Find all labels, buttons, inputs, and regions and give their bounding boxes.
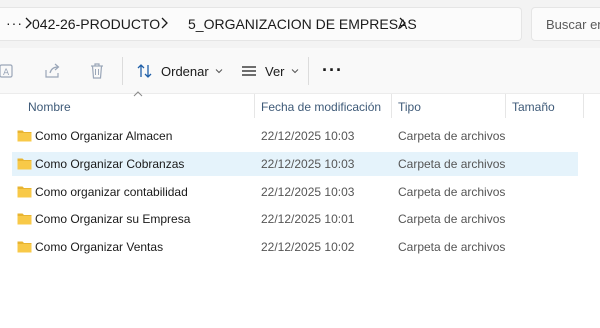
column-header-type[interactable]: Tipo	[398, 100, 421, 114]
folder-icon	[17, 241, 32, 253]
command-bar: A Ordenar Ver ···	[0, 48, 600, 94]
file-type: Carpeta de archivos	[398, 240, 506, 254]
column-header-date[interactable]: Fecha de modificación	[261, 100, 381, 114]
file-type: Carpeta de archivos	[398, 157, 506, 171]
column-separator[interactable]	[583, 94, 584, 118]
file-name: Como Organizar Almacen	[35, 129, 173, 143]
breadcrumb-item-organizacion[interactable]: 5_ORGANIZACION DE EMPRESAS	[188, 16, 417, 32]
rename-icon[interactable]: A	[0, 61, 18, 81]
folder-icon	[17, 158, 32, 170]
list-item[interactable]: Como Organizar Almacen 22/12/2025 10:03 …	[12, 124, 578, 148]
list-item[interactable]: Como Organizar su Empresa 22/12/2025 10:…	[12, 207, 578, 231]
column-separator[interactable]	[254, 94, 255, 118]
breadcrumb-overflow-button[interactable]: ···	[6, 15, 23, 31]
search-placeholder: Buscar en	[546, 17, 600, 32]
chevron-right-icon[interactable]	[158, 15, 172, 31]
toolbar-divider	[308, 57, 309, 85]
toolbar-divider	[122, 57, 123, 85]
file-type: Carpeta de archivos	[398, 129, 506, 143]
view-icon	[242, 66, 256, 76]
view-button-label: Ver	[265, 63, 285, 79]
delete-icon[interactable]	[87, 61, 107, 81]
share-icon[interactable]	[43, 61, 63, 81]
column-header-size[interactable]: Tamaño	[512, 100, 555, 114]
file-date: 22/12/2025 10:03	[261, 157, 355, 171]
chevron-down-icon	[291, 69, 298, 74]
file-name: Como Organizar su Empresa	[35, 212, 191, 226]
file-type: Carpeta de archivos	[398, 212, 506, 226]
file-date: 22/12/2025 10:02	[261, 240, 355, 254]
breadcrumb-item-producto[interactable]: 042-26-PRODUCTO	[32, 16, 160, 32]
chevron-down-icon	[215, 69, 223, 74]
folder-icon	[17, 186, 32, 198]
file-date: 22/12/2025 10:01	[261, 212, 355, 226]
column-separator[interactable]	[505, 94, 506, 118]
file-date: 22/12/2025 10:03	[261, 185, 355, 199]
list-item[interactable]: Como organizar contabilidad 22/12/2025 1…	[12, 180, 578, 204]
address-bar[interactable]: ··· 042-26-PRODUCTO 5_ORGANIZACION DE EM…	[0, 7, 522, 41]
column-separator[interactable]	[391, 94, 392, 118]
address-bar-row: ··· 042-26-PRODUCTO 5_ORGANIZACION DE EM…	[0, 0, 600, 48]
file-date: 22/12/2025 10:03	[261, 129, 355, 143]
file-name: Como Organizar Ventas	[35, 240, 164, 254]
search-box[interactable]: Buscar en	[531, 7, 600, 41]
folder-icon	[17, 213, 32, 225]
more-options-button[interactable]: ···	[322, 60, 343, 81]
column-header-name[interactable]: Nombre	[28, 100, 71, 114]
sort-button-label: Ordenar	[161, 63, 209, 79]
sort-icon	[137, 64, 152, 78]
folder-icon	[17, 130, 32, 142]
view-button[interactable]: Ver	[240, 58, 306, 84]
file-name: Como Organizar Cobranzas	[35, 157, 185, 171]
sort-button[interactable]: Ordenar	[136, 58, 230, 84]
file-type: Carpeta de archivos	[398, 185, 506, 199]
list-item[interactable]: Como Organizar Ventas 22/12/2025 10:02 C…	[12, 235, 578, 259]
chevron-right-icon[interactable]	[396, 15, 410, 31]
file-name: Como organizar contabilidad	[35, 185, 188, 199]
list-item[interactable]: Como Organizar Cobranzas 22/12/2025 10:0…	[12, 152, 578, 176]
svg-text:A: A	[3, 68, 10, 78]
sort-ascending-icon	[133, 91, 143, 97]
